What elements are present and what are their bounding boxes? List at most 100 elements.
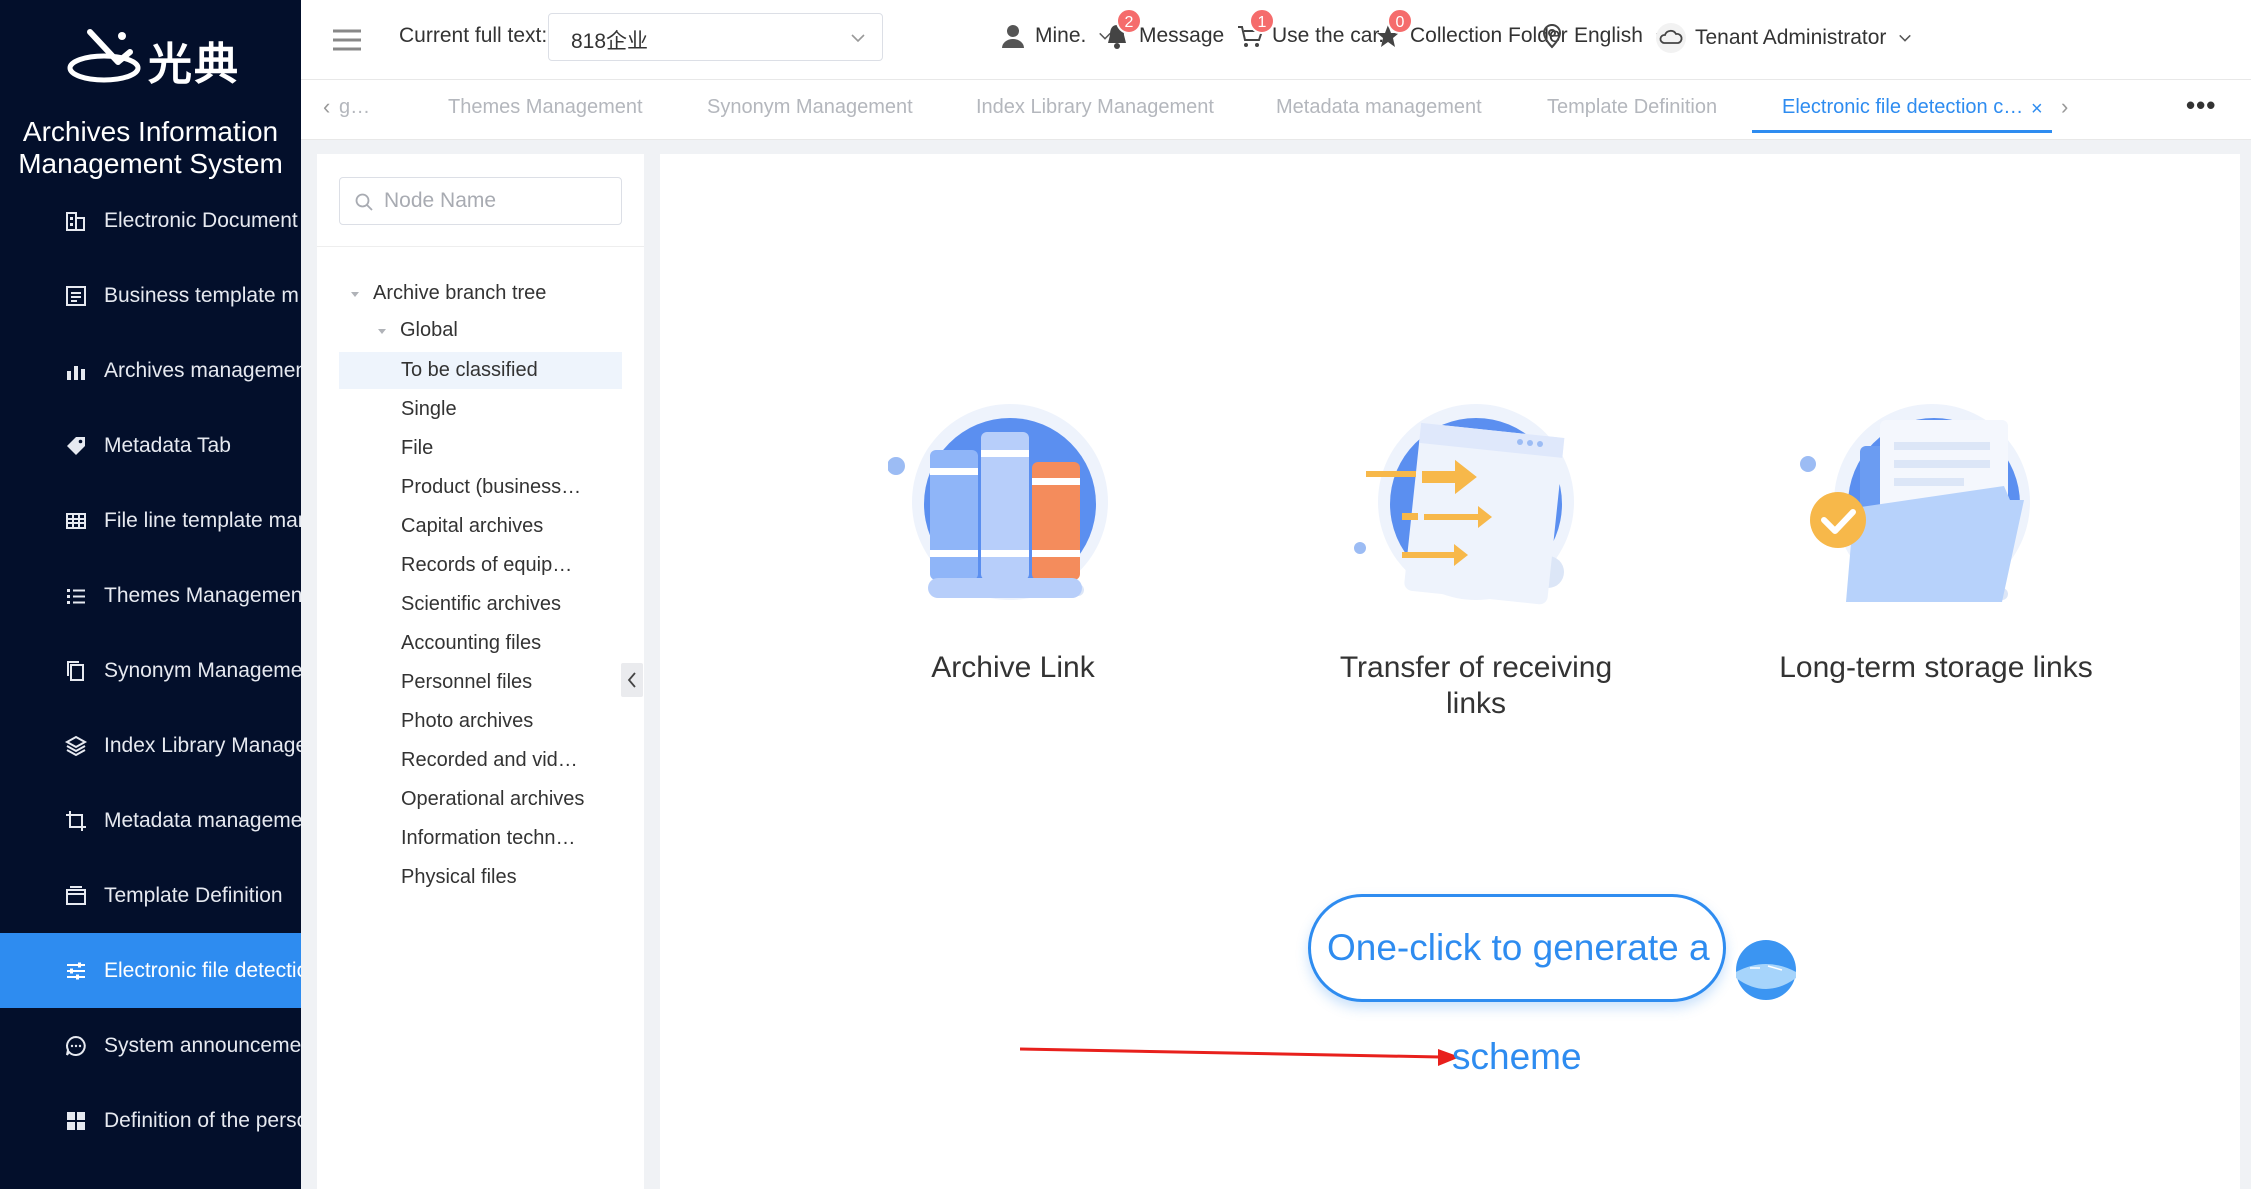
language-dropdown[interactable]: English bbox=[1538, 22, 1669, 50]
tree-node-physical-files[interactable]: Physical files bbox=[401, 859, 517, 896]
mine-dropdown[interactable]: Mine. bbox=[999, 22, 1112, 50]
tree-node-records-of-equipment[interactable]: Records of equip… bbox=[401, 547, 572, 584]
current-fulltext-label: Current full text: bbox=[399, 24, 548, 47]
node-search-input[interactable] bbox=[384, 188, 614, 214]
tree-node-to-be-classified[interactable]: To be classified bbox=[339, 352, 622, 389]
crop-icon bbox=[63, 808, 89, 834]
chat-icon bbox=[63, 1033, 89, 1059]
tree-node-personnel-files[interactable]: Personnel files bbox=[401, 664, 532, 701]
caret-down-icon bbox=[351, 291, 359, 297]
tree-node-label: To be classified bbox=[401, 359, 538, 381]
message-link[interactable]: 2 Message bbox=[1103, 8, 1225, 50]
tree-node-recorded-and-video[interactable]: Recorded and vid… bbox=[401, 742, 578, 779]
sidebar-item-metadata-tab[interactable]: Metadata Tab bbox=[0, 408, 301, 483]
chevron-down-icon bbox=[1899, 34, 1912, 42]
sidebar-item-system-announcement[interactable]: System announceme bbox=[0, 1008, 301, 1083]
location-pin-icon bbox=[1542, 23, 1562, 49]
user-label: Tenant Administrator bbox=[1695, 26, 1887, 49]
sidebar-item-business-template[interactable]: Business template m bbox=[0, 258, 301, 333]
tree-node-label: Global bbox=[400, 319, 458, 341]
table-icon bbox=[63, 508, 89, 534]
cart-link[interactable]: 1 Use the car. bbox=[1236, 8, 1384, 50]
sliders-icon bbox=[63, 958, 89, 984]
cart-icon: 1 bbox=[1236, 8, 1275, 50]
annotation-arrow-icon bbox=[1020, 1047, 1460, 1066]
archive-books-icon[interactable] bbox=[888, 390, 1128, 630]
tab-themes-management[interactable]: Themes Management bbox=[448, 96, 643, 119]
tree-node-label: Physical files bbox=[401, 866, 517, 888]
generate-scheme-button[interactable]: One-click to generate a bbox=[1308, 894, 1726, 1002]
storage-folder-icon[interactable] bbox=[1794, 390, 2034, 630]
sidebar-item-label: Electronic Document bbox=[104, 208, 298, 232]
tree-node-capital-archives[interactable]: Capital archives bbox=[401, 508, 543, 545]
generate-scheme-button-continuation[interactable]: scheme bbox=[1452, 1036, 1582, 1078]
sidebar-item-label: Business template m bbox=[104, 283, 299, 307]
user-dropdown[interactable]: Tenant Administrator bbox=[1655, 22, 1912, 54]
star-icon: 0 bbox=[1374, 8, 1413, 50]
sidebar-item-template-definition[interactable]: Template Definition bbox=[0, 858, 301, 933]
tab-scroll-left-icon[interactable]: ‹ bbox=[323, 94, 330, 120]
bell-icon: 2 bbox=[1103, 8, 1142, 50]
tree-node-label: Scientific archives bbox=[401, 593, 562, 615]
tab-electronic-file-detection[interactable]: Electronic file detection c… bbox=[1782, 96, 2023, 119]
tab-synonym-management[interactable]: Synonym Management bbox=[707, 96, 913, 119]
tree-node-information-technology[interactable]: Information techn… bbox=[401, 820, 576, 857]
sidebar-item-label: System announceme bbox=[104, 1033, 301, 1057]
floating-assistant-icon[interactable] bbox=[1730, 934, 1802, 1006]
tree-node-scientific-archives[interactable]: Scientific archives bbox=[401, 586, 561, 623]
sidebar-item-index-library[interactable]: Index Library Manage bbox=[0, 708, 301, 783]
system-title: Archives Information Management System bbox=[18, 116, 283, 179]
card-label-transfer-receiving: Transfer of receiving links bbox=[1339, 651, 1613, 720]
tree-node-file[interactable]: File bbox=[401, 430, 433, 467]
sidebar-item-electronic-document[interactable]: Electronic Document bbox=[0, 183, 301, 258]
tab-metadata-management[interactable]: Metadata management bbox=[1276, 96, 1482, 119]
message-label: Message bbox=[1139, 24, 1225, 47]
current-fulltext-select[interactable]: 818企业 bbox=[548, 13, 883, 61]
sidebar-item-metadata-management[interactable]: Metadata manageme bbox=[0, 783, 301, 858]
tag-icon bbox=[63, 433, 89, 459]
user-icon bbox=[1002, 25, 1024, 48]
chevron-down-icon bbox=[851, 34, 865, 43]
list-icon bbox=[63, 583, 89, 609]
tab-template-definition[interactable]: Template Definition bbox=[1547, 96, 1717, 119]
sidebar-item-label: File line template man bbox=[104, 508, 301, 532]
sidebar-item-electronic-file-detection[interactable]: Electronic file detectio bbox=[0, 933, 301, 1008]
tree-node-operational-archives[interactable]: Operational archives bbox=[401, 781, 584, 818]
tree-node-product[interactable]: Product (business… bbox=[401, 469, 581, 506]
tree-node-photo-archives[interactable]: Photo archives bbox=[401, 703, 533, 740]
language-label: English bbox=[1574, 24, 1643, 47]
copy-icon bbox=[63, 658, 89, 684]
active-tab-underline bbox=[1752, 130, 2052, 133]
tree-node-root[interactable]: Archive branch tree bbox=[347, 275, 546, 312]
tab-scroll-right-icon[interactable]: › bbox=[2061, 94, 2068, 120]
sidebar-item-themes-management[interactable]: Themes Management bbox=[0, 558, 301, 633]
card-label-long-term-storage: Long-term storage links bbox=[1779, 651, 2093, 684]
tab-partial[interactable]: g… bbox=[339, 96, 370, 119]
logo-text: 光典 bbox=[148, 40, 240, 89]
tree-node-label: Photo archives bbox=[401, 710, 534, 732]
sidebar-item-synonym-management[interactable]: Synonym Manageme bbox=[0, 633, 301, 708]
window-icon bbox=[63, 883, 89, 909]
collapse-panel-button[interactable] bbox=[621, 663, 643, 697]
tree-node-label: Single bbox=[401, 398, 457, 420]
tree-node-label: Personnel files bbox=[401, 671, 533, 693]
sidebar-item-label: Index Library Manage bbox=[104, 733, 301, 757]
tree-node-label: Information techn… bbox=[401, 827, 576, 849]
sidebar-item-label: Metadata Tab bbox=[104, 433, 231, 457]
tab-index-library-management[interactable]: Index Library Management bbox=[976, 96, 1214, 119]
sidebar-item-file-line-template[interactable]: File line template man bbox=[0, 483, 301, 558]
tabs-bar: ‹ g… Themes Management Synonym Managemen… bbox=[301, 80, 2251, 140]
sidebar-item-archives-management[interactable]: Archives managemen bbox=[0, 333, 301, 408]
more-icon[interactable]: ••• bbox=[2186, 90, 2216, 121]
tree-node-global[interactable]: Global bbox=[374, 312, 458, 349]
hamburger-menu-icon[interactable] bbox=[331, 24, 363, 56]
tree-node-single[interactable]: Single bbox=[401, 391, 457, 428]
logo-area: 光典 Archives Information Management Syste… bbox=[0, 0, 301, 200]
transfer-document-icon[interactable] bbox=[1352, 390, 1592, 630]
tab-close-icon[interactable]: × bbox=[2031, 98, 2043, 121]
sidebar-item-definition-person[interactable]: Definition of the perso bbox=[0, 1083, 301, 1158]
node-search-field[interactable] bbox=[339, 177, 622, 225]
caret-down-icon bbox=[378, 328, 386, 334]
message-badge: 2 bbox=[1116, 8, 1142, 34]
tree-node-accounting-files[interactable]: Accounting files bbox=[401, 625, 541, 662]
